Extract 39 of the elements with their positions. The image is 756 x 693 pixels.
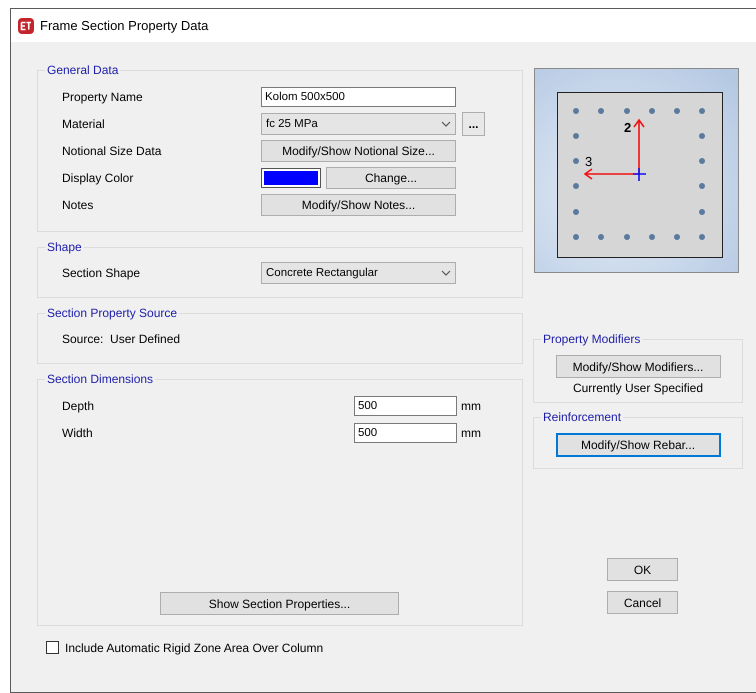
unit-label: mm [461,398,481,412]
field-label: Section Shape [61,266,142,280]
dropdown[interactable]: fc 25 MPa [261,112,456,134]
dialog-button[interactable]: OK [607,558,678,581]
field-label: Notes [61,198,94,212]
text-field[interactable]: Kolom 500x500 [261,86,456,106]
axis-label: 2 [624,120,632,135]
dimension-field[interactable]: 500 [354,396,457,416]
modify-rebar-button[interactable]: Modify/Show Rebar... [556,433,720,457]
action-button[interactable]: Modify/Show Notional Size... [261,140,456,162]
window-title: Frame Section Property Data [40,18,208,33]
field-label: Property Name [61,90,144,104]
dimension-field[interactable]: 500 [354,422,457,442]
checkbox-label: Include Automatic Rigid Zone Area Over Column [65,640,324,654]
origin-cross-icon [632,167,647,182]
dialog-button[interactable]: Cancel [607,591,678,614]
axis-label: 3 [585,154,592,169]
source-text: Source: User Defined [61,332,182,346]
action-button[interactable]: Modify/Show Notes... [261,194,456,216]
modify-modifiers-button[interactable]: Modify/Show Modifiers... [556,355,720,378]
field-label: Depth [61,398,96,412]
app-logo-icon [18,18,34,34]
change-color-button[interactable]: Change... [326,166,456,188]
section-shape-dropdown[interactable]: Concrete Rectangular [261,262,456,284]
chevron-down-icon [441,270,451,276]
group-title: Shape [45,240,84,255]
field-label: Material [61,116,106,130]
show-section-properties-button[interactable]: Show Section Properties... [160,592,399,615]
group-title: Property Modifiers [541,332,642,347]
color-swatch[interactable] [261,168,321,188]
chevron-down-icon [441,120,451,126]
group-title: Section Property Source [45,306,180,321]
field-label: Width [61,426,94,440]
browse-button[interactable]: ... [462,112,485,136]
unit-label: mm [461,426,481,440]
field-label: Display Color [61,170,134,184]
field-label: Notional Size Data [61,144,162,158]
checkbox[interactable] [46,641,59,654]
status-text: Currently User Specified [572,381,704,395]
